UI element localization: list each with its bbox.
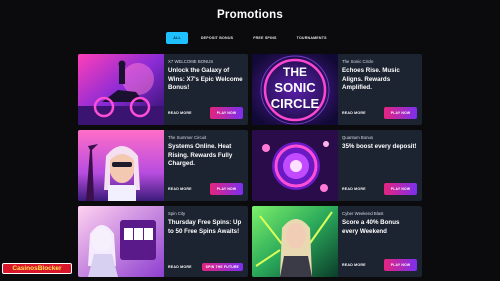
tab-free-spins[interactable]: FREE SPINS xyxy=(246,32,283,44)
play-now-button[interactable]: PLAY NOW xyxy=(384,258,417,271)
promo-image-motorbike xyxy=(78,54,164,125)
promo-card-sonic-circle: THE SONIC CIRCLE The Sonic Circle Echoes… xyxy=(252,54,422,125)
tab-tournaments[interactable]: TOURNAMENTS xyxy=(290,32,334,44)
play-now-button[interactable]: PLAY NOW xyxy=(210,106,243,119)
sonic-circle-text: CIRCLE xyxy=(271,96,320,111)
promo-headline: Unlock the Galaxy of Wins: X7's Epic Wel… xyxy=(168,67,243,92)
promo-headline: Echoes Rise. Music Aligns. Rewards Ampli… xyxy=(342,67,400,92)
promo-image-cyber-weekend xyxy=(252,206,338,277)
promo-card-quantum-bonus: Quantum Bonus 35% boost every deposit! R… xyxy=(252,130,422,201)
promo-tag: Cyber Weekend Blast xyxy=(342,211,384,216)
promo-tag: Quantum Bonus xyxy=(342,135,374,140)
promo-headline: Score a 40% Bonus every Weekend xyxy=(342,219,400,235)
spin-the-future-button[interactable]: SPIN THE FUTURE xyxy=(201,262,243,271)
filter-tabs: ALL DEPOSIT BONUS FREE SPINS TOURNAMENTS xyxy=(0,32,500,44)
promo-headline: Thursday Free Spins: Up to 50 Free Spins… xyxy=(168,219,242,235)
play-now-button[interactable]: PLAY NOW xyxy=(210,182,243,195)
promo-card-summer-circuit: The Summer Circuit Systems Online. Heat … xyxy=(78,130,248,201)
promo-card-x7-welcome: X7 WELCOME BONUS Unlock the Galaxy of Wi… xyxy=(78,54,248,125)
promo-tag: The Sonic Circle xyxy=(342,59,374,64)
promo-tag: Spin City xyxy=(168,211,186,216)
promo-card-cyber-weekend: Cyber Weekend Blast Score a 40% Bonus ev… xyxy=(252,206,422,277)
read-more-link[interactable]: READ MORE xyxy=(168,265,192,269)
promo-tag: X7 WELCOME BONUS xyxy=(168,59,214,64)
watermark-logo: CasinosBlocker xyxy=(2,263,72,274)
read-more-link[interactable]: READ MORE xyxy=(342,263,366,267)
tab-all[interactable]: ALL xyxy=(166,32,188,44)
promo-card-spin-city: Spin City Thursday Free Spins: Up to 50 … xyxy=(78,206,248,277)
sonic-sonic-text: SONIC xyxy=(274,80,316,95)
promotions-grid: X7 WELCOME BONUS Unlock the Galaxy of Wi… xyxy=(78,54,422,277)
sonic-the-text: THE xyxy=(283,65,307,79)
play-now-button[interactable]: PLAY NOW xyxy=(384,106,417,119)
promo-tag: The Summer Circuit xyxy=(168,135,207,140)
read-more-link[interactable]: READ MORE xyxy=(168,111,192,115)
promo-image-sonic-circle: THE SONIC CIRCLE xyxy=(252,54,338,125)
promo-headline: Systems Online. Heat Rising. Rewards Ful… xyxy=(168,143,233,168)
promo-image-spin-city xyxy=(78,206,164,277)
read-more-link[interactable]: READ MORE xyxy=(342,111,366,115)
play-now-button[interactable]: PLAY NOW xyxy=(384,182,417,195)
read-more-link[interactable]: READ MORE xyxy=(168,187,192,191)
promo-headline: 35% boost every deposit! xyxy=(342,143,417,150)
promo-image-quantum xyxy=(252,130,338,201)
promo-image-summer xyxy=(78,130,164,201)
read-more-link[interactable]: READ MORE xyxy=(342,187,366,191)
tab-deposit-bonus[interactable]: DEPOSIT BONUS xyxy=(194,32,240,44)
page-title: Promotions xyxy=(217,9,283,21)
